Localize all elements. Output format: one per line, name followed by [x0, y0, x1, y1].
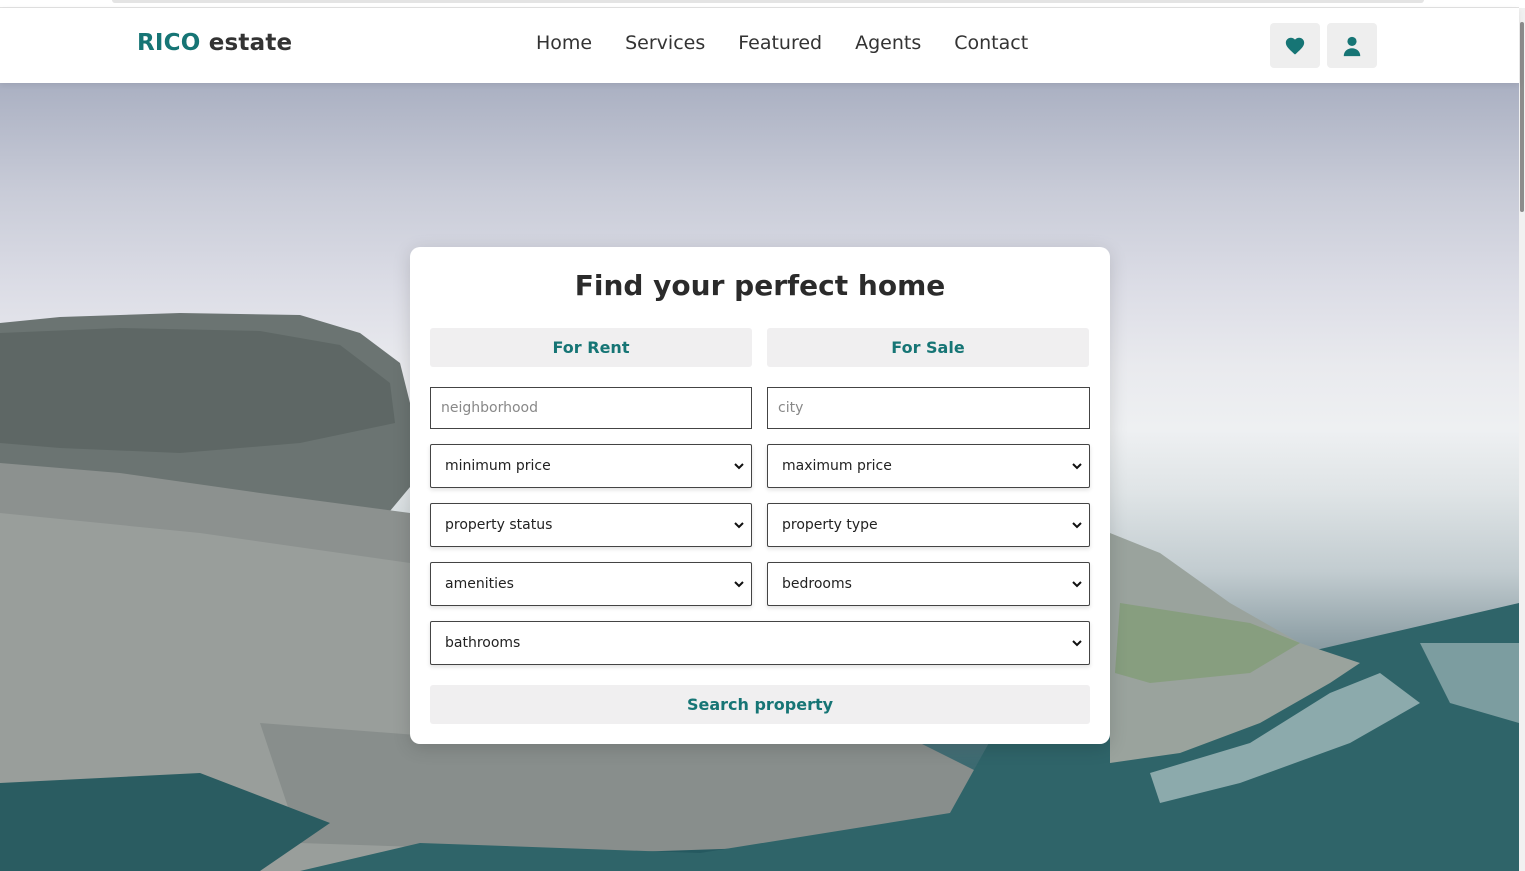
bedrooms-value: bedrooms	[782, 576, 852, 592]
main-nav: Home Services Featured Agents Contact	[536, 32, 1061, 54]
chevron-down-icon	[734, 581, 744, 588]
property-status-value: property status	[445, 517, 553, 533]
min-price-value: minimum price	[445, 458, 551, 474]
search-property-button[interactable]: Search property	[430, 685, 1090, 724]
max-price-select[interactable]: maximum price	[767, 444, 1090, 488]
max-price-value: maximum price	[782, 458, 892, 474]
nav-agents[interactable]: Agents	[855, 32, 921, 54]
property-type-select[interactable]: property type	[767, 503, 1090, 547]
nav-contact[interactable]: Contact	[954, 32, 1028, 54]
user-icon	[1343, 36, 1361, 56]
chevron-down-icon	[734, 522, 744, 529]
tab-for-sale[interactable]: For Sale	[767, 328, 1089, 367]
address-bar-edge	[112, 0, 1424, 3]
scrollbar-thumb[interactable]	[1520, 22, 1524, 212]
logo-text: estate	[208, 30, 293, 56]
account-button[interactable]	[1327, 23, 1377, 68]
property-type-value: property type	[782, 517, 878, 533]
chevron-down-icon	[1072, 522, 1082, 529]
chevron-down-icon	[1072, 581, 1082, 588]
chevron-down-icon	[1072, 640, 1082, 647]
chevron-down-icon	[1072, 463, 1082, 470]
favorites-button[interactable]	[1270, 23, 1320, 68]
amenities-select[interactable]: amenities	[430, 562, 752, 606]
bathrooms-select[interactable]: bathrooms	[430, 621, 1090, 665]
logo[interactable]: RICO estate	[137, 30, 292, 56]
min-price-select[interactable]: minimum price	[430, 444, 752, 488]
neighborhood-input[interactable]: neighborhood	[430, 387, 752, 429]
page-scrollbar[interactable]	[1519, 8, 1525, 871]
bedrooms-select[interactable]: bedrooms	[767, 562, 1090, 606]
chevron-down-icon	[734, 463, 744, 470]
amenities-value: amenities	[445, 576, 514, 592]
nav-featured[interactable]: Featured	[738, 32, 822, 54]
neighborhood-placeholder: neighborhood	[441, 400, 538, 416]
site-header: RICO estate Home Services Featured Agent…	[0, 8, 1519, 83]
tab-for-rent[interactable]: For Rent	[430, 328, 752, 367]
property-status-select[interactable]: property status	[430, 503, 752, 547]
city-placeholder: city	[778, 400, 804, 416]
city-input[interactable]: city	[767, 387, 1090, 429]
nav-home[interactable]: Home	[536, 32, 592, 54]
nav-services[interactable]: Services	[625, 32, 705, 54]
logo-accent: RICO	[137, 30, 201, 56]
search-card: Find your perfect home For Rent For Sale…	[410, 247, 1110, 744]
browser-top-strip	[0, 0, 1519, 8]
search-card-title: Find your perfect home	[574, 269, 946, 302]
heart-icon	[1285, 37, 1305, 55]
bathrooms-value: bathrooms	[445, 635, 521, 651]
